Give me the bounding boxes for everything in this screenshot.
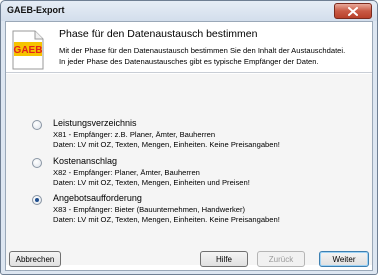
option-detail: Daten: LV mit OZ, Texten, Mengen, Einhei… bbox=[53, 215, 280, 224]
cancel-button[interactable]: Abbrechen bbox=[9, 251, 61, 267]
option-detail: X82 - Empfänger: Planer, Ämter, Bauherre… bbox=[53, 168, 200, 177]
option-detail: X83 - Empfänger: Bieter (Bauunternehmen,… bbox=[53, 205, 246, 214]
help-button[interactable]: Hilfe bbox=[200, 251, 248, 267]
description-line: In jeder Phase des Datenaustausches gibt… bbox=[59, 57, 319, 66]
close-icon bbox=[348, 6, 358, 16]
option-title[interactable]: Leistungsverzeichnis bbox=[53, 118, 137, 128]
description-line: Mit der Phase für den Datenaustausch bes… bbox=[59, 46, 346, 55]
radio-kostenanschlag[interactable] bbox=[32, 158, 42, 168]
radio-angebotsaufforderung[interactable] bbox=[32, 195, 42, 205]
next-button[interactable]: Weiter bbox=[319, 251, 369, 267]
logo-text: GAEB bbox=[14, 45, 43, 56]
option-detail: Daten: LV mit OZ, Texten, Mengen, Einhei… bbox=[53, 140, 280, 149]
option-detail: X81 - Empfänger: z.B. Planer, Ämter, Bau… bbox=[53, 130, 216, 139]
close-button[interactable] bbox=[334, 3, 372, 19]
option-title[interactable]: Kostenanschlag bbox=[53, 156, 117, 166]
title-bar[interactable]: GAEB-Export bbox=[1, 1, 377, 21]
gaeb-logo-icon: GAEB bbox=[12, 30, 44, 70]
window-title: GAEB-Export bbox=[7, 5, 65, 15]
option-title[interactable]: Angebotsaufforderung bbox=[53, 193, 142, 203]
header-band: GAEB Phase für den Datenaustausch bestim… bbox=[6, 22, 372, 73]
option-detail: Daten: LV mit OZ, Texten, Mengen, Einhei… bbox=[53, 178, 250, 187]
options-area: Leistungsverzeichnis X81 - Empfänger: z.… bbox=[6, 74, 372, 265]
gaeb-export-dialog: GAEB-Export GAEB Phase für den Datenaust… bbox=[0, 0, 378, 275]
dialog-content: GAEB Phase für den Datenaustausch bestim… bbox=[5, 21, 373, 271]
back-button[interactable]: Zurück bbox=[257, 251, 305, 267]
page-description: Mit der Phase für den Datenaustausch bes… bbox=[59, 45, 369, 67]
radio-leistungsverzeichnis[interactable] bbox=[32, 120, 42, 130]
page-title: Phase für den Datenaustausch bestimmen bbox=[59, 28, 258, 40]
